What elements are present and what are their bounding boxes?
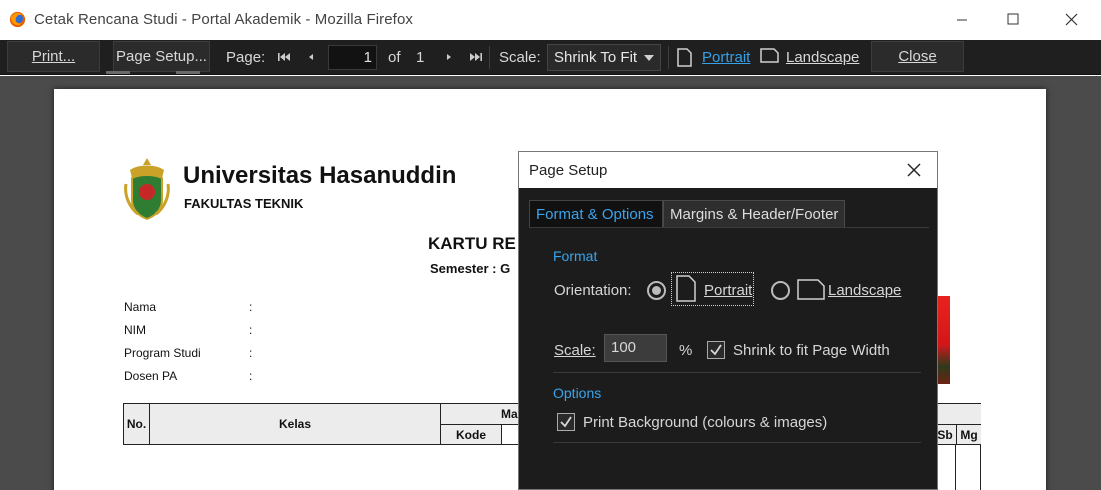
portrait-radio[interactable] [647, 281, 666, 300]
table-divider [955, 445, 956, 490]
field-colon: : [249, 300, 253, 314]
faculty-name: FAKULTAS TEKNIK [184, 196, 304, 211]
table-divider [956, 424, 957, 444]
landscape-page-icon[interactable] [760, 48, 779, 63]
university-logo [124, 158, 170, 221]
semester-label: Semester : G [430, 261, 511, 276]
last-page-icon[interactable] [468, 47, 484, 67]
close-icon [1065, 13, 1078, 26]
maximize-button[interactable] [990, 0, 1036, 40]
previous-page-icon[interactable] [303, 47, 319, 67]
checkmark-icon [710, 344, 722, 356]
landscape-page-icon [797, 279, 825, 300]
document-title: KARTU RE [428, 234, 516, 253]
table-header-mg: Mg [957, 425, 981, 444]
format-section-title: Format [553, 248, 598, 264]
percent-label: % [679, 342, 693, 359]
portrait-page-icon[interactable] [677, 48, 692, 67]
field-label-dosen-pa: Dosen PA [124, 369, 178, 383]
page-setup-button[interactable]: Page Setup... [106, 41, 210, 74]
total-pages: 1 [416, 49, 425, 66]
of-label: of [388, 49, 401, 66]
field-label-program-studi: Program Studi [124, 346, 201, 360]
print-preview-toolbar: Print... Page Setup... Page: 1 of 1 Scal… [0, 40, 1101, 75]
portrait-page-icon [676, 275, 696, 302]
field-label-nama: Nama [124, 300, 157, 314]
options-section-title: Options [553, 385, 602, 401]
scale-field-label: Scale: [554, 342, 596, 359]
format-options-panel: Format Orientation: Portrait Landscape S… [529, 227, 929, 487]
section-divider [553, 442, 921, 443]
close-preview-button[interactable]: Close [871, 41, 964, 72]
field-colon: : [249, 323, 253, 337]
next-page-icon[interactable] [441, 47, 457, 67]
landscape-radio-label[interactable]: Landscape [828, 282, 901, 299]
table-header-kelas: Kelas [150, 404, 440, 444]
page-number-input[interactable]: 1 [328, 45, 377, 70]
tab-format-options[interactable]: Format & Options [529, 200, 663, 228]
window-title: Cetak Rencana Studi - Portal Akademik - … [34, 11, 413, 28]
chevron-down-icon [644, 55, 654, 61]
dialog-close-icon[interactable] [905, 161, 923, 179]
page-label: Page: [226, 49, 266, 66]
field-colon: : [249, 346, 253, 360]
page-setup-dialog: Page Setup Format & Options Margins & He… [518, 151, 938, 490]
print-background-label[interactable]: Print Background (colours & images) [583, 414, 827, 431]
scale-label: Scale: [499, 49, 541, 66]
table-divider [149, 404, 150, 444]
window-close-button[interactable] [1049, 0, 1095, 40]
checkmark-icon [560, 416, 572, 428]
landscape-option[interactable]: Landscape [786, 49, 859, 66]
scale-input[interactable]: 100 [604, 334, 667, 362]
section-divider [553, 372, 921, 373]
university-name: Universitas Hasanuddin [183, 162, 457, 189]
window-titlebar: Cetak Rencana Studi - Portal Akademik - … [0, 0, 1101, 40]
scale-select-value: Shrink To Fit [554, 49, 638, 66]
table-header-no: No. [124, 404, 149, 444]
table-divider [501, 424, 502, 444]
scale-select[interactable]: Shrink To Fit [547, 44, 661, 71]
table-header-kode: Kode [441, 425, 501, 444]
field-label-nim: NIM [124, 323, 146, 337]
portrait-radio-label[interactable]: Portrait [704, 282, 752, 299]
dialog-title: Page Setup [529, 162, 608, 179]
toolbar-separator [489, 46, 490, 69]
tab-margins-header-footer[interactable]: Margins & Header/Footer [663, 200, 845, 228]
minimize-icon [957, 19, 967, 21]
print-button[interactable]: Print... [7, 41, 100, 72]
landscape-radio[interactable] [771, 281, 790, 300]
firefox-icon [9, 11, 26, 28]
minimize-button[interactable] [939, 0, 985, 40]
field-colon: : [249, 369, 253, 383]
maximize-icon [1007, 13, 1019, 25]
print-background-checkbox[interactable] [557, 413, 575, 431]
orientation-label: Orientation: [554, 282, 632, 299]
toolbar-separator [668, 46, 669, 69]
portrait-option[interactable]: Portrait [702, 49, 750, 66]
first-page-icon[interactable] [276, 47, 292, 67]
dialog-header: Page Setup [519, 152, 937, 188]
shrink-to-fit-checkbox[interactable] [707, 341, 725, 359]
shrink-to-fit-label[interactable]: Shrink to fit Page Width [733, 342, 890, 359]
table-divider [980, 445, 981, 490]
